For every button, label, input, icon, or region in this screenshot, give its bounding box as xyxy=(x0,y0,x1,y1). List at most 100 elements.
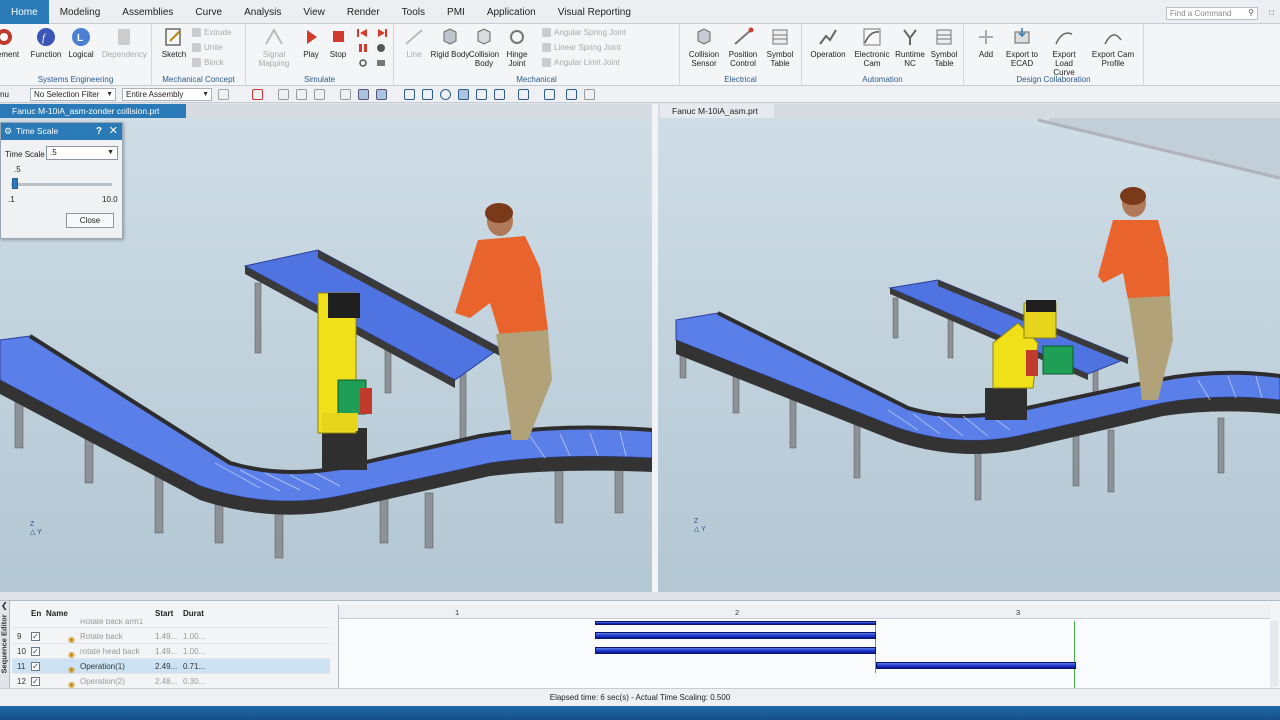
signal-mapping-button[interactable]: Signal Mapping xyxy=(252,26,296,68)
move-component-icon[interactable] xyxy=(566,89,577,100)
tab-curve[interactable]: Curve xyxy=(184,0,233,24)
more-tools-icon[interactable] xyxy=(584,89,595,100)
rigid-body-icon xyxy=(443,28,457,45)
tab-modeling[interactable]: Modeling xyxy=(49,0,112,24)
sketch-button[interactable]: Sketch xyxy=(154,26,194,59)
row-enabled-checkbox[interactable]: ✓ xyxy=(31,677,40,686)
stop-button[interactable]: Stop xyxy=(318,26,358,59)
unite-button[interactable]: Unite xyxy=(192,43,223,53)
angular-spring-joint-button[interactable]: Angular Spring Joint xyxy=(542,28,626,38)
gantt-bar[interactable] xyxy=(876,662,1076,669)
rotate-view-icon[interactable] xyxy=(440,89,451,100)
group-label: Mechanical xyxy=(516,75,557,84)
tab-view[interactable]: View xyxy=(292,0,336,24)
linear-spring-joint-button[interactable]: Linear Spring Joint xyxy=(542,43,621,53)
graphics-window-right[interactable]: Z △ Y xyxy=(658,118,1280,592)
export-cam-profile-button[interactable]: Export Cam Profile xyxy=(1090,26,1136,68)
dependency-button[interactable]: Dependency xyxy=(102,26,147,59)
row-enabled-checkbox[interactable]: ✓ xyxy=(31,647,40,656)
fit-view-icon[interactable] xyxy=(404,89,415,100)
snap-end-icon[interactable] xyxy=(296,89,307,100)
gantt-bar[interactable] xyxy=(595,632,876,639)
close-icon[interactable]: ✕ xyxy=(109,123,118,140)
export-load-curve-button[interactable]: Export Load Curve xyxy=(1044,26,1084,77)
add-button[interactable]: Add xyxy=(966,26,1006,59)
close-button[interactable]: Close xyxy=(66,213,114,228)
find-command-input[interactable]: Find a Command xyxy=(1166,7,1258,20)
requirement-button[interactable]: ement xyxy=(0,26,28,59)
zoom-icon[interactable] xyxy=(422,89,433,100)
line-button[interactable]: Line xyxy=(394,26,434,59)
symbol-table-button[interactable]: Symbol Table xyxy=(760,26,800,68)
time-scale-select[interactable]: .5 ▼ xyxy=(46,146,118,160)
row-enabled-checkbox[interactable]: ✓ xyxy=(31,632,40,641)
scene-right xyxy=(675,118,1280,501)
group-label: Electrical xyxy=(724,75,757,84)
table-row-partial[interactable]: Rotate back arm1 xyxy=(12,619,330,628)
tab-pmi[interactable]: PMI xyxy=(436,0,476,24)
automation-symbol-table-button[interactable]: Symbol Table xyxy=(924,26,964,68)
operation-button[interactable]: Operation xyxy=(808,26,848,59)
selection-mode-icon[interactable] xyxy=(252,89,263,100)
assembly-scope-select[interactable]: Entire Assembly ▼ xyxy=(122,88,212,101)
table-row-selected[interactable]: 11 ✓ ◉ Operation(1) 2.49... 0.71... xyxy=(12,659,330,674)
pause-icon[interactable] xyxy=(358,43,368,53)
snap-mid-icon[interactable] xyxy=(314,89,325,100)
row-name: rotate head back xyxy=(80,647,140,656)
menu-button[interactable]: nu xyxy=(0,90,9,99)
dialog-title-bar[interactable]: ⚙ Time Scale ? ✕ xyxy=(1,123,122,140)
scrollbar-vertical[interactable] xyxy=(1270,621,1278,687)
logical-button[interactable]: L Logical xyxy=(61,26,101,59)
block-button[interactable]: Block xyxy=(192,58,224,68)
extrude-button[interactable]: Extrude xyxy=(192,28,232,38)
table-row[interactable]: 12 ✓ ◉ Operation(2) 2.48... 0.30... xyxy=(12,674,330,689)
sequence-editor-tab[interactable]: Sequence Editor xyxy=(0,601,10,689)
search-icon[interactable]: ⚲ xyxy=(1248,8,1254,17)
row-enabled-checkbox[interactable]: ✓ xyxy=(31,662,40,671)
collision-sensor-button[interactable]: Collision Sensor xyxy=(684,26,724,68)
gantt-bar[interactable] xyxy=(595,647,876,654)
orient-view-icon[interactable] xyxy=(476,89,487,100)
slider-thumb[interactable] xyxy=(12,178,19,189)
wireframe-view-icon[interactable] xyxy=(376,89,387,100)
snapshot-icon[interactable] xyxy=(376,58,386,68)
tab-render[interactable]: Render xyxy=(336,0,391,24)
angular-limit-joint-button[interactable]: Angular Limit Joint xyxy=(542,58,620,68)
display-part-icon[interactable] xyxy=(544,89,555,100)
tab-tools[interactable]: Tools xyxy=(391,0,436,24)
rewind-icon[interactable] xyxy=(356,28,368,38)
render-style-icon[interactable] xyxy=(494,89,505,100)
hinge-joint-button[interactable]: Hinge Joint xyxy=(497,26,537,68)
gantt-chart[interactable]: 1 2 3 xyxy=(338,605,1278,689)
position-control-button[interactable]: Position Control xyxy=(723,26,763,68)
export-to-ecad-button[interactable]: Export to ECAD xyxy=(1002,26,1042,68)
playhead-line[interactable] xyxy=(1074,621,1075,689)
layer-icon[interactable] xyxy=(518,89,529,100)
selection-filter-select[interactable]: No Selection Filter ▼ xyxy=(30,88,116,101)
table-row[interactable]: 10 ✓ ◉ rotate head back 1.49... 1.00... xyxy=(12,644,330,659)
record-icon[interactable] xyxy=(376,43,386,53)
document-tab-right[interactable]: Fanuc M-10iA_asm.prt xyxy=(660,104,774,118)
pan-view-icon[interactable] xyxy=(458,89,469,100)
tab-assemblies[interactable]: Assemblies xyxy=(111,0,184,24)
ribbon-options-icon[interactable]: □ xyxy=(1269,8,1274,17)
playback-settings-icon[interactable] xyxy=(358,58,368,68)
document-tab-left[interactable]: Fanuc M-10iA_asm-zonder collision.prt xyxy=(0,104,186,118)
time-scale-slider[interactable] xyxy=(11,183,112,186)
snap-center-icon[interactable] xyxy=(340,89,351,100)
shaded-view-icon[interactable] xyxy=(358,89,369,100)
collapse-icon[interactable]: ❮ xyxy=(1,601,8,610)
tab-visual-reporting[interactable]: Visual Reporting xyxy=(547,0,642,24)
snap-point-icon[interactable] xyxy=(278,89,289,100)
table-row[interactable]: 9 ✓ ◉ Rotate back 1.49... 1.00... xyxy=(12,629,330,644)
select-all-icon[interactable] xyxy=(218,89,229,100)
help-icon[interactable]: ? xyxy=(96,123,102,140)
gantt-bar[interactable] xyxy=(595,621,876,625)
function-button[interactable]: f Function xyxy=(26,26,66,59)
tab-application[interactable]: Application xyxy=(476,0,547,24)
electronic-cam-button[interactable]: Electronic Cam xyxy=(852,26,892,68)
tab-analysis[interactable]: Analysis xyxy=(233,0,292,24)
step-forward-icon[interactable] xyxy=(376,28,388,38)
ribbon: ement f Function L Logical Dependency Sy… xyxy=(0,24,1280,86)
tab-home[interactable]: Home xyxy=(0,0,49,24)
